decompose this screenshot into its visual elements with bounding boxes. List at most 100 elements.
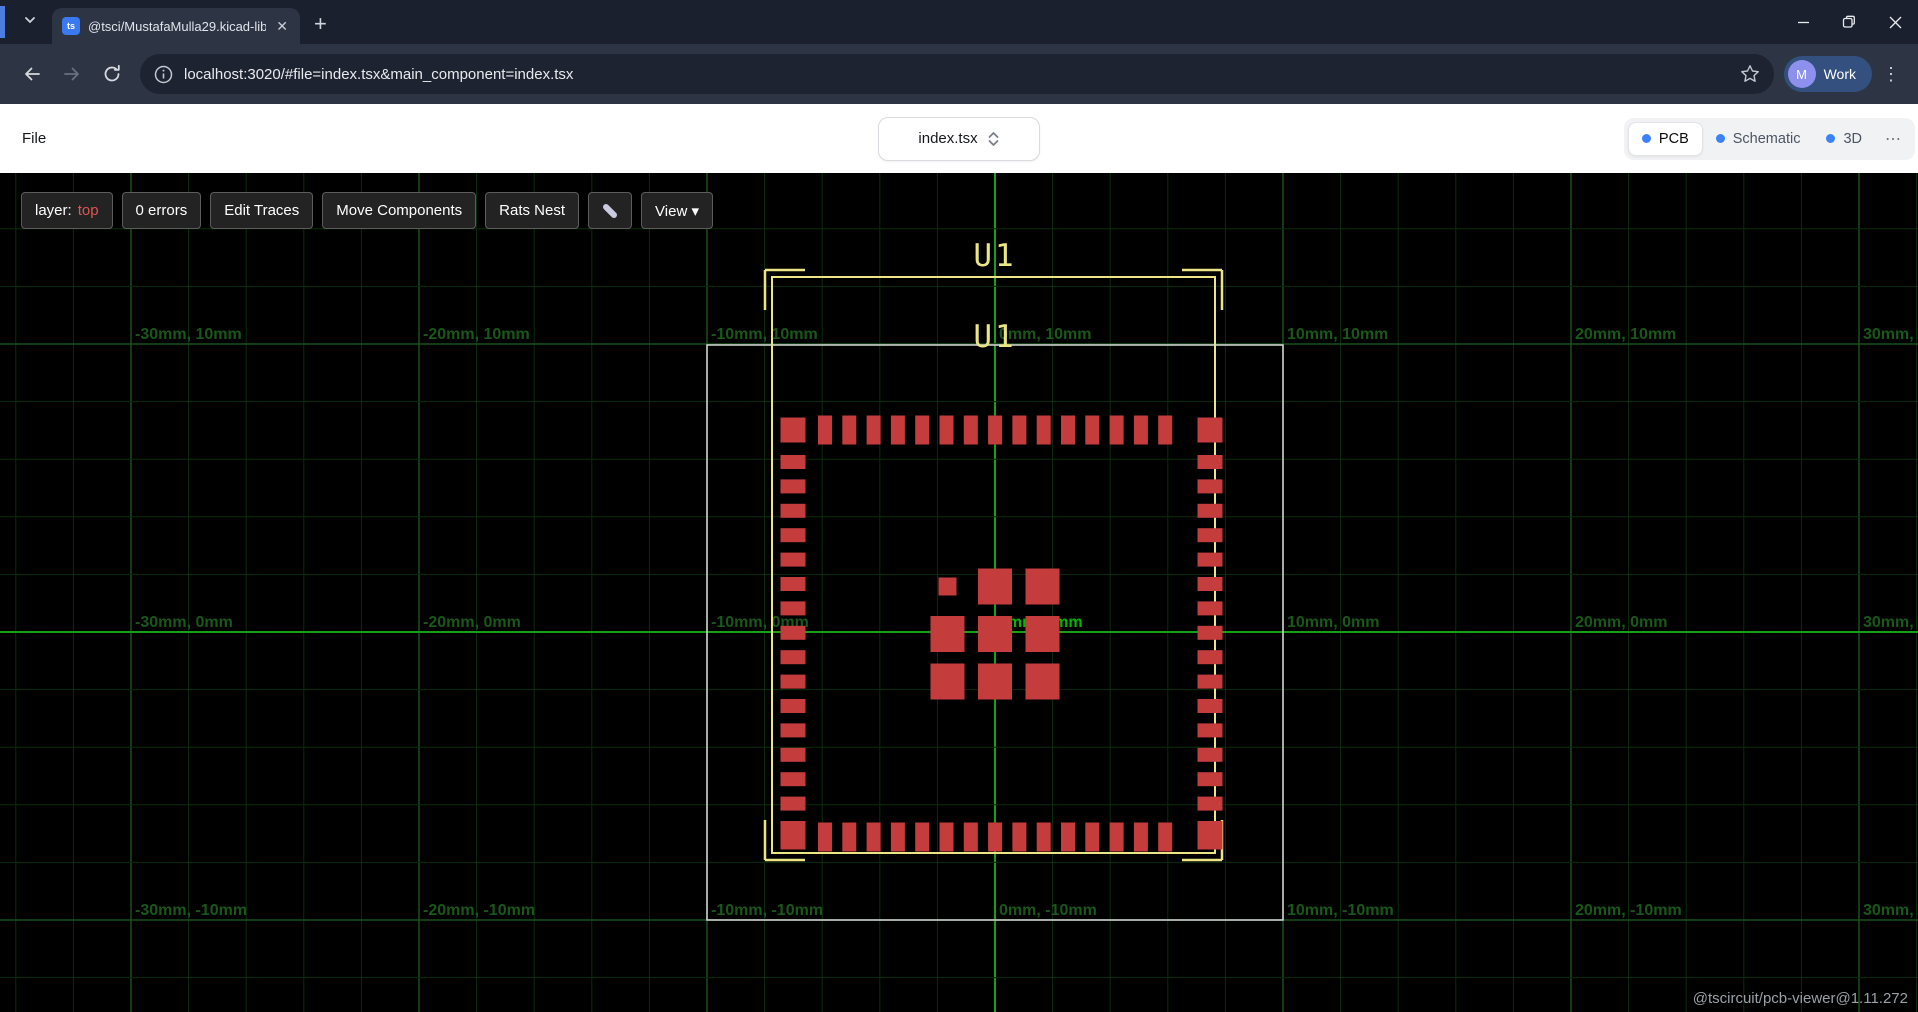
pcb-pad[interactable] [1198, 479, 1223, 493]
tab-search-button[interactable] [14, 6, 46, 38]
reload-button[interactable] [95, 57, 129, 91]
tab-close-icon[interactable]: ✕ [274, 18, 290, 35]
pcb-pad[interactable] [988, 416, 1002, 445]
pcb-pad[interactable] [818, 823, 832, 852]
view-tab-3d[interactable]: 3D [1813, 123, 1875, 155]
pcb-pad[interactable] [781, 650, 806, 664]
view-tab-schematic[interactable]: Schematic [1703, 123, 1814, 155]
pcb-pad[interactable] [781, 772, 806, 786]
pcb-pad[interactable] [978, 664, 1012, 700]
component-reference-text[interactable]: U1 [973, 238, 1016, 274]
pcb-pad[interactable] [1198, 626, 1223, 640]
browser-profile-chip[interactable]: M Work [1784, 56, 1872, 92]
pcb-pad[interactable] [891, 823, 905, 852]
pcb-pad[interactable] [931, 616, 965, 652]
pcb-pad[interactable] [1026, 569, 1060, 605]
layer-button[interactable]: layer: top [21, 192, 113, 229]
pcb-pad[interactable] [818, 416, 832, 445]
pcb-pad[interactable] [978, 616, 1012, 652]
pcb-pad[interactable] [891, 416, 905, 445]
pcb-pad[interactable] [781, 601, 806, 615]
pcb-pad[interactable] [781, 418, 806, 443]
pcb-pad[interactable] [781, 479, 806, 493]
pcb-pad[interactable] [1198, 821, 1223, 835]
pcb-pad[interactable] [978, 569, 1012, 605]
pcb-pad[interactable] [915, 416, 929, 445]
pcb-pad[interactable] [781, 699, 806, 713]
pcb-pad[interactable] [1026, 664, 1060, 700]
pcb-pad[interactable] [1198, 675, 1223, 689]
pcb-pad[interactable] [1110, 416, 1124, 445]
pcb-pad[interactable] [940, 416, 954, 445]
pcb-pad[interactable] [1198, 528, 1223, 542]
edit-pencil-button[interactable] [588, 192, 632, 229]
pcb-pad[interactable] [1026, 616, 1060, 652]
pcb-pad[interactable] [781, 723, 806, 737]
pcb-pad[interactable] [964, 416, 978, 445]
pcb-pad[interactable] [1198, 723, 1223, 737]
pcb-pad[interactable] [1198, 650, 1223, 664]
errors-button[interactable]: 0 errors [122, 192, 202, 229]
pcb-pad[interactable] [1134, 416, 1148, 445]
pcb-pad[interactable] [781, 504, 806, 518]
window-close-button[interactable] [1872, 0, 1918, 44]
rats-nest-button[interactable]: Rats Nest [485, 192, 579, 229]
pcb-pad[interactable] [1061, 823, 1075, 852]
pcb-pad[interactable] [939, 578, 957, 596]
pcb-pad[interactable] [1198, 699, 1223, 713]
pcb-pad[interactable] [781, 821, 806, 835]
pcb-pad[interactable] [1110, 823, 1124, 852]
browser-menu-kebab-icon[interactable]: ⋮ [1876, 57, 1906, 91]
pcb-pad[interactable] [940, 823, 954, 852]
pcb-pad[interactable] [1198, 577, 1223, 591]
pcb-pad[interactable] [1198, 455, 1223, 469]
pcb-pad[interactable] [781, 748, 806, 762]
file-menu[interactable]: File [22, 130, 46, 147]
pcb-pad[interactable] [781, 675, 806, 689]
pcb-pad[interactable] [1198, 797, 1223, 811]
pcb-pad[interactable] [781, 528, 806, 542]
view-tab-pcb[interactable]: PCB [1628, 122, 1703, 156]
pcb-pad[interactable] [915, 823, 929, 852]
url-bar[interactable]: localhost:3020/#file=index.tsx&main_comp… [140, 54, 1774, 94]
back-button[interactable] [15, 57, 49, 91]
bookmark-star-icon[interactable] [1740, 64, 1760, 84]
pcb-pad[interactable] [781, 455, 806, 469]
pcb-pad[interactable] [781, 797, 806, 811]
pcb-pad[interactable] [1158, 823, 1172, 852]
pcb-pad[interactable] [781, 626, 806, 640]
file-select-dropdown[interactable]: index.tsx [878, 117, 1040, 161]
pcb-pad[interactable] [1134, 823, 1148, 852]
pcb-pad[interactable] [1037, 823, 1051, 852]
pcb-pad[interactable] [1037, 416, 1051, 445]
pcb-pad[interactable] [1198, 504, 1223, 518]
pcb-pad[interactable] [988, 823, 1002, 852]
pcb-pad[interactable] [781, 577, 806, 591]
pcb-pad[interactable] [1085, 823, 1099, 852]
pcb-canvas[interactable]: -30mm, 10mm-20mm, 10mm-10mm, 10mm0mm, 10… [0, 173, 1918, 1012]
pcb-pad[interactable] [1061, 416, 1075, 445]
pcb-pad[interactable] [1012, 823, 1026, 852]
new-tab-button[interactable]: + [314, 14, 327, 34]
pcb-pad[interactable] [1198, 553, 1223, 567]
pcb-pad[interactable] [1158, 416, 1172, 445]
view-more-button[interactable]: ⋯ [1875, 129, 1911, 149]
browser-tab[interactable]: ts @tsci/MustafaMulla29.kicad-lib ✕ [52, 8, 300, 44]
pcb-pad[interactable] [1198, 418, 1223, 443]
pcb-pad[interactable] [867, 823, 881, 852]
forward-button[interactable] [55, 57, 89, 91]
pcb-pad[interactable] [781, 553, 806, 567]
view-menu-button[interactable]: View ▾ [641, 192, 713, 229]
pcb-pad[interactable] [964, 823, 978, 852]
pcb-pad[interactable] [842, 416, 856, 445]
edit-traces-button[interactable]: Edit Traces [210, 192, 313, 229]
pcb-pad[interactable] [1198, 772, 1223, 786]
window-minimize-button[interactable] [1780, 0, 1826, 44]
pcb-pad[interactable] [1198, 748, 1223, 762]
window-restore-button[interactable] [1826, 0, 1872, 44]
pcb-pad[interactable] [842, 823, 856, 852]
component-reference-text[interactable]: U1 [973, 319, 1016, 355]
pcb-pad[interactable] [867, 416, 881, 445]
pcb-pad[interactable] [1085, 416, 1099, 445]
pcb-pad[interactable] [1198, 601, 1223, 615]
